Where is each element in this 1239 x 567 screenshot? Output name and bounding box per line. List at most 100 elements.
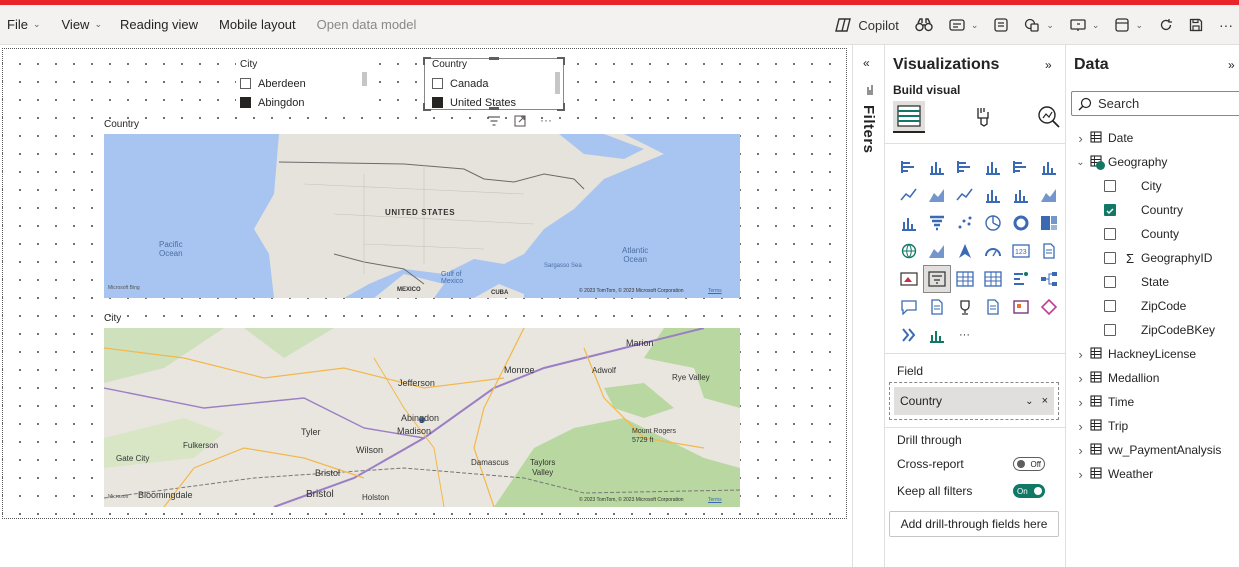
area-visual-icon[interactable] <box>923 181 951 209</box>
field-checkbox[interactable] <box>1104 276 1116 288</box>
treemap-visual-icon[interactable] <box>1035 209 1063 237</box>
build-visual-tab[interactable] <box>893 101 925 133</box>
field-checkbox[interactable] <box>1104 324 1116 336</box>
field-checkbox[interactable] <box>1104 228 1116 240</box>
menu-open-data-model[interactable]: Open data model <box>317 17 417 32</box>
chevron-right-icon[interactable]: › <box>1074 347 1087 362</box>
map-terms-link[interactable]: Terms <box>708 497 722 503</box>
line-clustered-visual-icon[interactable] <box>1007 181 1035 209</box>
format-visual-tab[interactable] <box>967 101 999 133</box>
100-bar-visual-icon[interactable] <box>1007 153 1035 181</box>
matrix-visual-icon[interactable] <box>979 265 1007 293</box>
field-well-item[interactable]: Country ⌄ × <box>894 387 1054 415</box>
field-zipcode[interactable]: ZipCode <box>1066 295 1239 317</box>
narrative-visual-icon[interactable] <box>895 321 923 349</box>
save-button[interactable] <box>1189 18 1203 32</box>
smart-narrative-visual-icon[interactable] <box>923 293 951 321</box>
table-weather[interactable]: › Weather <box>1066 463 1239 485</box>
analytics-tab[interactable] <box>1033 101 1065 133</box>
power-automate-visual-icon[interactable] <box>1035 293 1063 321</box>
stacked-area-visual-icon[interactable] <box>951 181 979 209</box>
notes-button[interactable] <box>994 18 1009 32</box>
remove-field-icon[interactable]: × <box>1042 395 1048 407</box>
add-drill-through-well[interactable]: Add drill-through fields here <box>889 511 1059 537</box>
filters-pane[interactable]: « Filters <box>852 45 885 567</box>
map-country[interactable]: UNITED STATES Pacific Ocean Atlantic Oce… <box>104 134 740 298</box>
resize-handle[interactable] <box>423 103 431 111</box>
cross-report-toggle[interactable]: Off <box>1013 457 1045 471</box>
decomposition-tree-visual-icon[interactable] <box>1035 265 1063 293</box>
scatter-visual-icon[interactable] <box>951 209 979 237</box>
copilot-button[interactable]: Copilot <box>834 17 899 33</box>
table-trip[interactable]: › Trip <box>1066 415 1239 437</box>
field-city[interactable]: City <box>1066 175 1239 197</box>
field-checkbox[interactable] <box>1104 180 1116 192</box>
filled-map-visual-icon[interactable] <box>923 237 951 265</box>
key-influencers-visual-icon[interactable] <box>1007 265 1035 293</box>
funnel-visual-icon[interactable] <box>923 209 951 237</box>
map-terms-link[interactable]: Terms <box>708 288 722 294</box>
line-visual-icon[interactable] <box>895 181 923 209</box>
ribbon-visual-icon[interactable] <box>1035 181 1063 209</box>
map-city[interactable]: Marion Monroe Adwolf Rye Valley Jefferso… <box>104 328 740 507</box>
field-geographyid[interactable]: Σ GeographyID <box>1066 247 1239 269</box>
slicer-option[interactable]: Abingdon <box>240 93 370 112</box>
field-zipcodebkey[interactable]: ZipCodeBKey <box>1066 319 1239 341</box>
metrics-visual-icon[interactable] <box>951 293 979 321</box>
slicer-visual-icon[interactable] <box>923 265 951 293</box>
filter-icon[interactable] <box>488 115 500 130</box>
data-search-input[interactable]: Search <box>1071 91 1239 116</box>
chevron-right-icon[interactable]: › <box>1074 131 1087 146</box>
gauge-visual-icon[interactable] <box>979 237 1007 265</box>
power-apps-visual-icon[interactable] <box>1007 293 1035 321</box>
field-county[interactable]: County <box>1066 223 1239 245</box>
slicer-checkbox[interactable] <box>240 78 251 89</box>
100-column-visual-icon[interactable] <box>1035 153 1063 181</box>
chevron-right-icon[interactable]: › <box>1074 443 1087 458</box>
azure-map-visual-icon[interactable] <box>951 237 979 265</box>
clustered-column-visual-icon[interactable] <box>979 153 1007 181</box>
present-button[interactable]: ⌄ <box>1070 18 1099 32</box>
kpi-visual-icon[interactable] <box>895 265 923 293</box>
shapes-button[interactable]: ⌄ <box>1024 18 1054 32</box>
slicer-option[interactable]: Aberdeen <box>240 74 370 93</box>
chevron-right-icon[interactable]: › <box>1074 467 1087 482</box>
table-time[interactable]: › Time <box>1066 391 1239 413</box>
collapse-visualizations-icon[interactable]: » <box>1045 58 1052 72</box>
line-column-visual-icon[interactable] <box>979 181 1007 209</box>
chevron-right-icon[interactable]: › <box>1074 395 1087 410</box>
qa-visual-icon[interactable] <box>895 293 923 321</box>
menu-mobile-layout[interactable]: Mobile layout <box>219 17 296 32</box>
table-vw-paymentanalysis[interactable]: › vw_PaymentAnalysis <box>1066 439 1239 461</box>
stacked-column-visual-icon[interactable] <box>923 153 951 181</box>
clustered-bar-visual-icon[interactable] <box>951 153 979 181</box>
waterfall-visual-icon[interactable] <box>895 209 923 237</box>
resize-handle[interactable] <box>557 103 565 111</box>
slicer-scrollbar[interactable] <box>362 72 367 86</box>
field-checkbox[interactable] <box>1104 252 1116 264</box>
map-visual-icon[interactable] <box>895 237 923 265</box>
python-visual-icon[interactable] <box>923 321 951 349</box>
multi-row-card-visual-icon[interactable] <box>1035 237 1063 265</box>
field-checkbox[interactable] <box>1104 300 1116 312</box>
resize-handle[interactable] <box>489 107 499 110</box>
field-state[interactable]: State <box>1066 271 1239 293</box>
stacked-bar-visual-icon[interactable] <box>895 153 923 181</box>
chevron-down-icon[interactable]: ⌄ <box>1074 157 1087 168</box>
more-options-button[interactable]: ··· <box>1219 17 1233 33</box>
table-hackneylicense[interactable]: › HackneyLicense <box>1066 343 1239 365</box>
collapse-data-icon[interactable]: » <box>1228 58 1235 72</box>
field-country[interactable]: Country <box>1066 199 1239 221</box>
more-options-icon[interactable]: ··· <box>540 114 552 130</box>
chevron-right-icon[interactable]: › <box>1074 419 1087 434</box>
table-visual-icon[interactable] <box>951 265 979 293</box>
chevron-right-icon[interactable]: › <box>1074 371 1087 386</box>
visual-container-button[interactable]: ⌄ <box>1115 18 1143 32</box>
view-options-button[interactable]: ⌄ <box>949 18 978 32</box>
field-well[interactable]: Country ⌄ × <box>889 382 1059 420</box>
table-medallion[interactable]: › Medallion <box>1066 367 1239 389</box>
table-geography[interactable]: ⌄ Geography <box>1066 151 1239 173</box>
paginated-visual-icon[interactable] <box>979 293 1007 321</box>
field-checkbox[interactable] <box>1104 204 1116 216</box>
focus-mode-icon[interactable] <box>514 115 526 130</box>
